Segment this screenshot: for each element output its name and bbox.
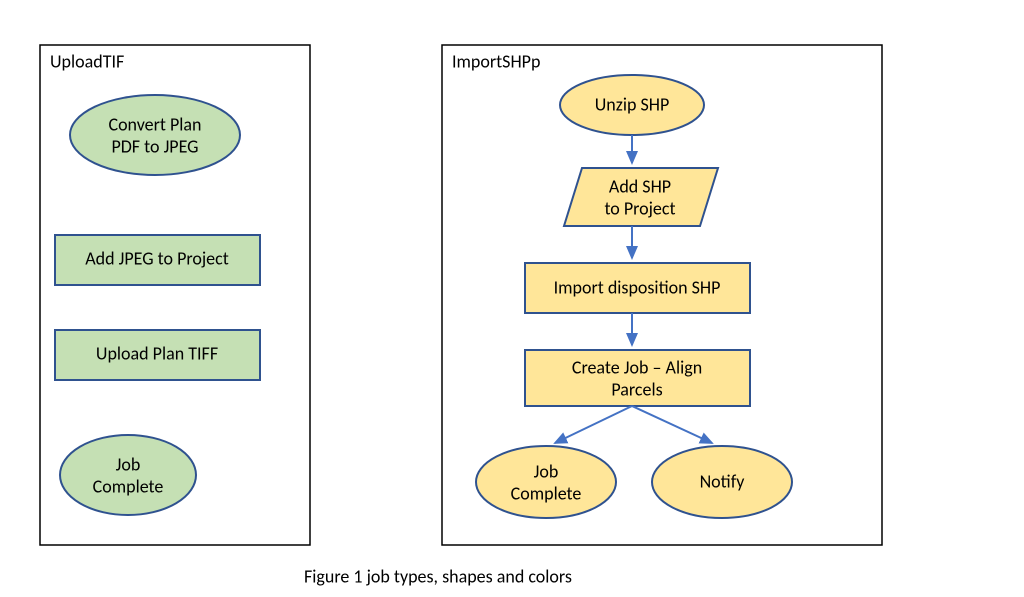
node-job-complete-left: Job Complete	[60, 435, 196, 515]
node-label: PDF to JPEG	[111, 135, 198, 157]
node-import-shp: Import disposition SHP	[525, 263, 750, 313]
node-label: Job	[116, 453, 141, 475]
node-label: Upload Plan TIFF	[96, 342, 218, 364]
node-unzip-shp: Unzip SHP	[560, 75, 704, 135]
node-label: Create Job – Align	[572, 356, 702, 378]
right-panel: ImportSHPp Unzip SHP Add SHP to Project …	[442, 45, 882, 545]
arrow-icon	[632, 406, 712, 443]
arrow-icon	[555, 406, 632, 443]
node-label: Import disposition SHP	[554, 276, 721, 298]
node-job-complete-right: Job Complete	[476, 446, 616, 518]
node-convert-plan: Convert Plan PDF to JPEG	[70, 95, 240, 175]
node-label: Complete	[511, 482, 582, 504]
node-label: Convert Plan	[108, 113, 201, 135]
node-label: Parcels	[611, 378, 662, 400]
node-label: Job	[534, 460, 559, 482]
node-create-job: Create Job – Align Parcels	[525, 350, 750, 406]
node-add-shp: Add SHP to Project	[564, 168, 718, 226]
node-label: Add JPEG to Project	[85, 247, 229, 269]
node-add-jpeg: Add JPEG to Project	[55, 235, 260, 285]
node-label: Add SHP	[609, 175, 671, 197]
right-title: ImportSHPp	[452, 50, 540, 72]
left-title: UploadTIF	[50, 50, 124, 72]
left-panel: UploadTIF Convert Plan PDF to JPEG Add J…	[40, 45, 310, 545]
node-label: Complete	[93, 475, 164, 497]
node-label: Unzip SHP	[595, 93, 670, 115]
node-upload-tiff: Upload Plan TIFF	[55, 330, 260, 380]
node-label: Notify	[700, 470, 746, 492]
node-label: to Project	[604, 197, 675, 219]
node-notify: Notify	[652, 446, 792, 518]
figure-caption: Figure 1 job types, shapes and colors	[304, 565, 572, 587]
